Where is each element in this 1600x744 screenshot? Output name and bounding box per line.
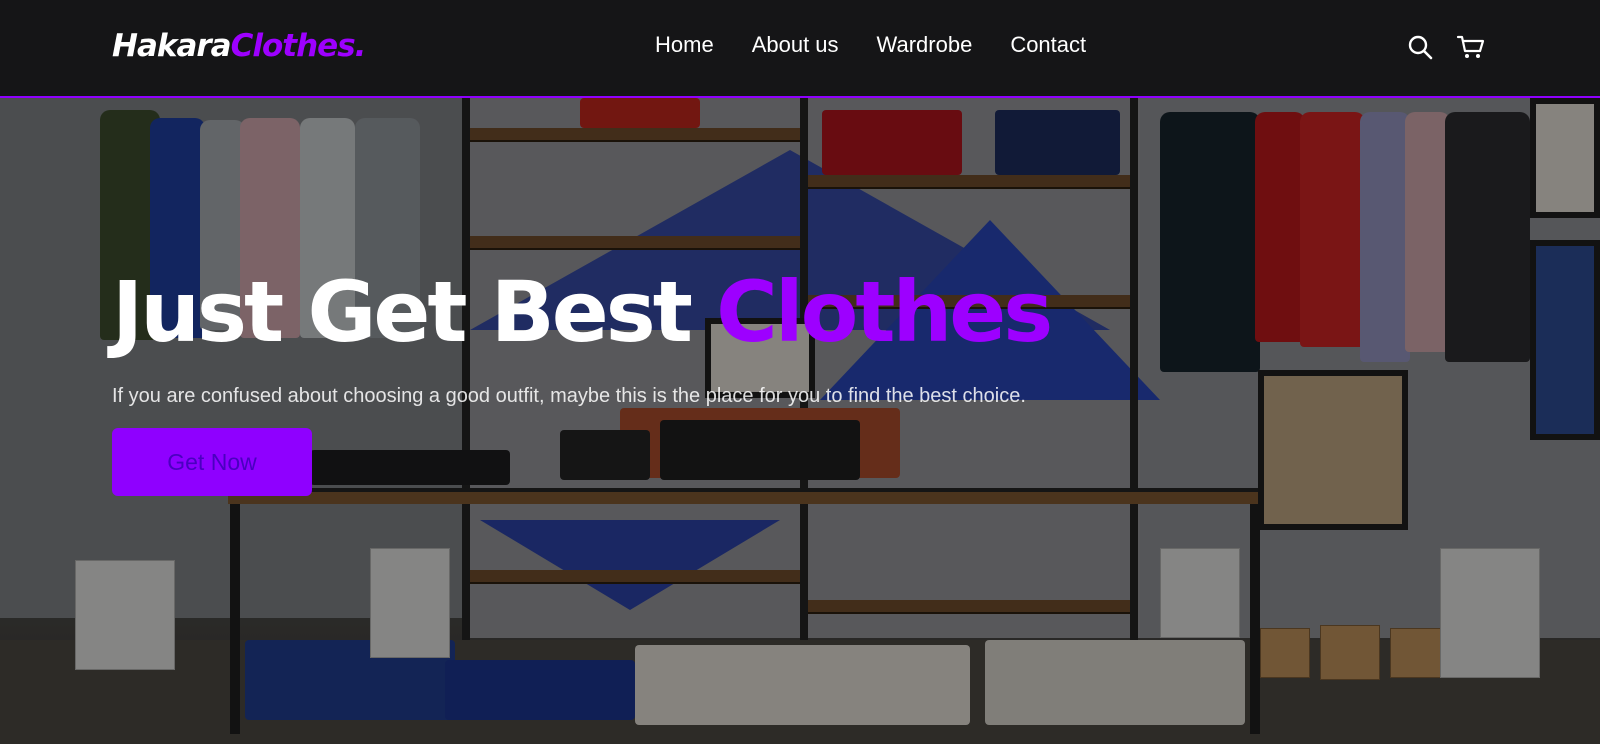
brand-logo[interactable]: HakaraClothes. (112, 28, 367, 64)
hero-title: Just Get Best Clothes (112, 262, 1053, 362)
brand-name-part1: Hakara (112, 28, 232, 64)
nav-link-about-us[interactable]: About us (752, 32, 839, 58)
hero-background-image (0, 0, 1600, 744)
hero-subtitle: If you are confused about choosing a goo… (112, 385, 1026, 407)
brand-name-part2: Clothes. (230, 28, 367, 64)
cart-icon[interactable] (1456, 33, 1485, 61)
nav-link-contact[interactable]: Contact (1010, 32, 1086, 58)
nav-icons (1406, 33, 1485, 61)
hero-dark-overlay (0, 0, 1600, 744)
hero-title-accent: Clothes (716, 263, 1053, 361)
search-icon[interactable] (1406, 33, 1434, 61)
navbar: HakaraClothes. Home About us Wardrobe Co… (0, 0, 1600, 98)
get-now-button[interactable]: Get Now (112, 428, 312, 496)
nav-link-home[interactable]: Home (655, 32, 714, 58)
hero-title-main: Just Get Best (112, 263, 717, 361)
main-nav: Home About us Wardrobe Contact (655, 32, 1086, 58)
nav-link-wardrobe[interactable]: Wardrobe (877, 32, 973, 58)
